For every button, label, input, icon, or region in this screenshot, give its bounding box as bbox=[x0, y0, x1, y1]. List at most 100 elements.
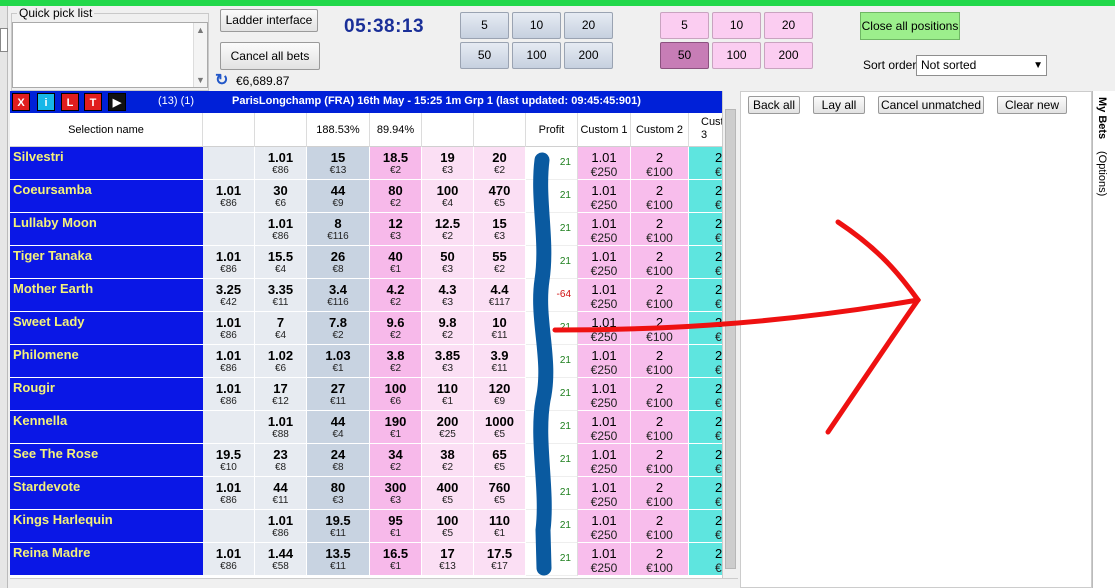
quick-pick-list[interactable]: ▲ ▼ bbox=[12, 22, 208, 88]
scroll-up-icon[interactable]: ▲ bbox=[196, 25, 205, 35]
back-stake-button[interactable]: 10 bbox=[512, 12, 561, 39]
col-selection-name[interactable]: Selection name bbox=[10, 113, 203, 147]
lay-cell-3[interactable]: 470 €5 bbox=[474, 180, 526, 213]
scroll-down-icon[interactable]: ▼ bbox=[196, 75, 205, 85]
runner-name[interactable]: Philomene bbox=[10, 345, 203, 378]
custom1-button[interactable]: 1.01 €250 bbox=[578, 213, 631, 246]
back-cell-2[interactable]: 44 €11 bbox=[255, 477, 307, 510]
back-cell-2[interactable]: 1.01 €86 bbox=[255, 147, 307, 180]
lay-cell-3[interactable]: 120 €9 bbox=[474, 378, 526, 411]
cancel-all-bets-button[interactable]: Cancel all bets bbox=[220, 42, 320, 70]
custom3-button[interactable]: 2€10 bbox=[689, 510, 722, 543]
lay-cell-2[interactable]: 12.5 €2 bbox=[422, 213, 474, 246]
back-cell-3[interactable] bbox=[203, 411, 255, 444]
lay-cell-2[interactable]: 110 €1 bbox=[422, 378, 474, 411]
custom1-button[interactable]: 1.01 €250 bbox=[578, 312, 631, 345]
custom3-button[interactable]: 2€10 bbox=[689, 147, 722, 180]
custom2-button[interactable]: 2 €100 bbox=[631, 510, 689, 543]
best-back-cell[interactable]: 13.5 €11 bbox=[307, 543, 370, 576]
custom1-button[interactable]: 1.01 €250 bbox=[578, 378, 631, 411]
best-lay-cell[interactable]: 40 €1 bbox=[370, 246, 422, 279]
best-back-cell[interactable]: 44 €9 bbox=[307, 180, 370, 213]
back-cell-2[interactable]: 30 €6 bbox=[255, 180, 307, 213]
custom1-button[interactable]: 1.01 €250 bbox=[578, 345, 631, 378]
back-cell-3[interactable]: 1.01 €86 bbox=[203, 312, 255, 345]
custom3-button[interactable]: 2€10 bbox=[689, 213, 722, 246]
tab-options[interactable]: (Options) bbox=[1096, 151, 1108, 196]
best-back-cell[interactable]: 7.8 €2 bbox=[307, 312, 370, 345]
lay-cell-2[interactable]: 50 €3 bbox=[422, 246, 474, 279]
quick-pick-scrollbar[interactable]: ▲ ▼ bbox=[193, 23, 207, 87]
runner-name[interactable]: Silvestri bbox=[10, 147, 203, 180]
refresh-icon[interactable]: ↻ bbox=[215, 70, 228, 90]
close-all-positions-button[interactable]: Close all positions bbox=[860, 12, 960, 40]
lay-cell-2[interactable]: 38 €2 bbox=[422, 444, 474, 477]
runner-name[interactable]: Kennella bbox=[10, 411, 203, 444]
runner-name[interactable]: Lullaby Moon bbox=[10, 213, 203, 246]
back-stake-button[interactable]: 5 bbox=[460, 12, 509, 39]
lay-cell-2[interactable]: 100 €5 bbox=[422, 510, 474, 543]
best-back-cell[interactable]: 27 €11 bbox=[307, 378, 370, 411]
best-back-cell[interactable]: 24 €8 bbox=[307, 444, 370, 477]
custom3-button[interactable]: 2€10 bbox=[689, 279, 722, 312]
back-cell-3[interactable] bbox=[203, 510, 255, 543]
back-cell-3[interactable]: 3.25 €42 bbox=[203, 279, 255, 312]
runner-name[interactable]: Stardevote bbox=[10, 477, 203, 510]
best-lay-cell[interactable]: 4.2 €2 bbox=[370, 279, 422, 312]
custom1-button[interactable]: 1.01 €250 bbox=[578, 147, 631, 180]
back-all-button[interactable]: Back all bbox=[748, 96, 800, 114]
back-cell-3[interactable]: 1.01 €86 bbox=[203, 477, 255, 510]
custom2-button[interactable]: 2 €100 bbox=[631, 246, 689, 279]
back-cell-2[interactable]: 3.35 €11 bbox=[255, 279, 307, 312]
back-cell-3[interactable]: 1.01 €86 bbox=[203, 246, 255, 279]
lay-cell-3[interactable]: 10 €11 bbox=[474, 312, 526, 345]
lay-stake-button[interactable]: 20 bbox=[764, 12, 813, 39]
custom2-button[interactable]: 2 €100 bbox=[631, 543, 689, 576]
custom3-button[interactable]: 2€10 bbox=[689, 180, 722, 213]
trade-button[interactable]: T bbox=[84, 93, 102, 111]
lay-cell-3[interactable]: 17.5 €17 bbox=[474, 543, 526, 576]
best-back-cell[interactable]: 26 €8 bbox=[307, 246, 370, 279]
back-cell-3[interactable]: 19.5 €10 bbox=[203, 444, 255, 477]
custom2-button[interactable]: 2 €100 bbox=[631, 444, 689, 477]
back-cell-3[interactable] bbox=[203, 147, 255, 180]
custom2-button[interactable]: 2 €100 bbox=[631, 411, 689, 444]
best-back-cell[interactable]: 19.5 €11 bbox=[307, 510, 370, 543]
back-cell-3[interactable]: 1.01 €86 bbox=[203, 543, 255, 576]
custom2-button[interactable]: 2 €100 bbox=[631, 345, 689, 378]
grid-horizontal-scrollbar[interactable] bbox=[10, 578, 738, 588]
best-lay-cell[interactable]: 190 €1 bbox=[370, 411, 422, 444]
back-stake-button[interactable]: 50 bbox=[460, 42, 509, 69]
back-cell-2[interactable]: 15.5 €4 bbox=[255, 246, 307, 279]
lay-cell-2[interactable]: 200 €25 bbox=[422, 411, 474, 444]
info-button[interactable]: i bbox=[37, 93, 55, 111]
back-cell-2[interactable]: 1.02 €6 bbox=[255, 345, 307, 378]
custom3-button[interactable]: 2€10 bbox=[689, 543, 722, 576]
back-stake-button[interactable]: 100 bbox=[512, 42, 561, 69]
best-lay-cell[interactable]: 3.8 €2 bbox=[370, 345, 422, 378]
custom3-button[interactable]: 2€10 bbox=[689, 444, 722, 477]
back-stake-button[interactable]: 200 bbox=[564, 42, 613, 69]
lay-cell-3[interactable]: 65 €5 bbox=[474, 444, 526, 477]
runner-name[interactable]: Mother Earth bbox=[10, 279, 203, 312]
lay-stake-button[interactable]: 10 bbox=[712, 12, 761, 39]
lay-stake-button[interactable]: 100 bbox=[712, 42, 761, 69]
runner-name[interactable]: Rougir bbox=[10, 378, 203, 411]
custom3-button[interactable]: 2€10 bbox=[689, 345, 722, 378]
lay-all-button[interactable]: Lay all bbox=[813, 96, 865, 114]
grid-vertical-scrollbar[interactable] bbox=[722, 91, 738, 578]
lay-stake-button[interactable]: 200 bbox=[764, 42, 813, 69]
custom2-button[interactable]: 2 €100 bbox=[631, 180, 689, 213]
back-cell-2[interactable]: 23 €8 bbox=[255, 444, 307, 477]
custom1-button[interactable]: 1.01 €250 bbox=[578, 477, 631, 510]
lay-stake-button[interactable]: 5 bbox=[660, 12, 709, 39]
back-cell-3[interactable] bbox=[203, 213, 255, 246]
lay-cell-2[interactable]: 3.85 €3 bbox=[422, 345, 474, 378]
best-lay-cell[interactable]: 300 €3 bbox=[370, 477, 422, 510]
custom1-button[interactable]: 1.01 €250 bbox=[578, 543, 631, 576]
custom3-button[interactable]: 2€10 bbox=[689, 411, 722, 444]
lay-stake-button-selected[interactable]: 50 bbox=[660, 42, 709, 69]
best-lay-cell[interactable]: 95 €1 bbox=[370, 510, 422, 543]
scroll-thumb[interactable] bbox=[725, 109, 736, 569]
custom1-button[interactable]: 1.01 €250 bbox=[578, 279, 631, 312]
